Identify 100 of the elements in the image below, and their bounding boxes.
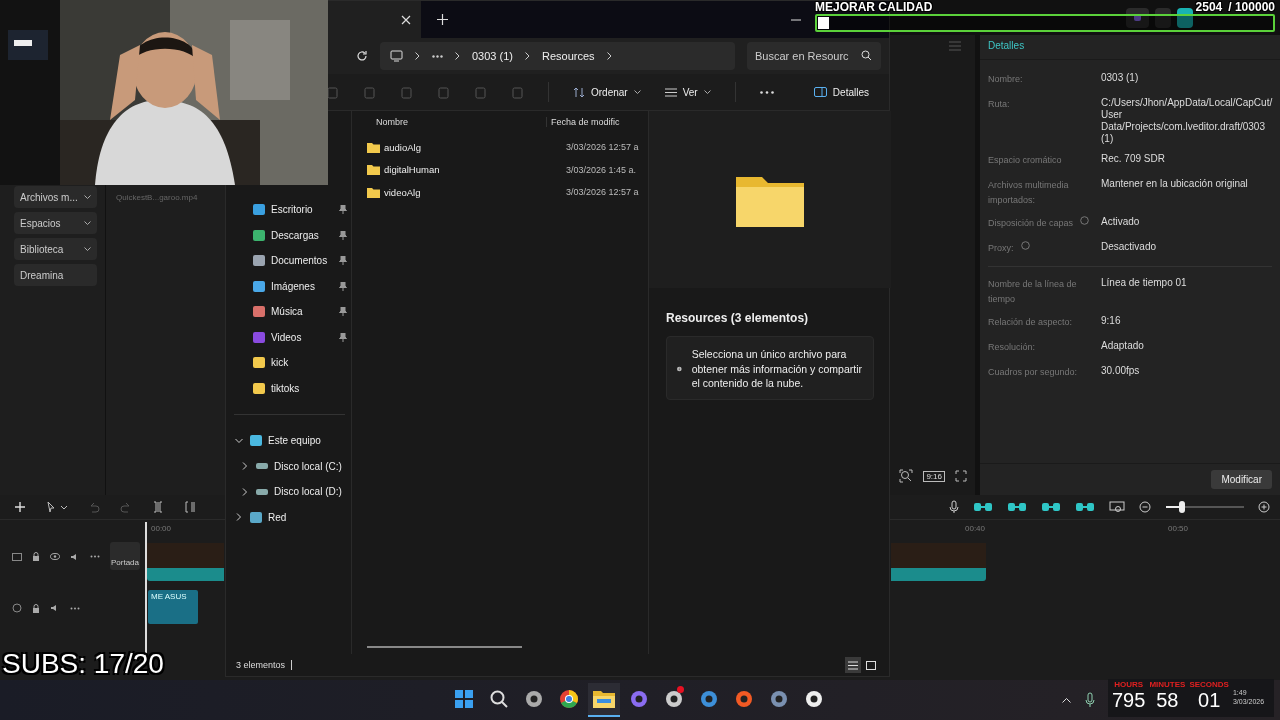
refresh-icon[interactable]: [356, 50, 368, 62]
chevron-down-icon[interactable]: [84, 247, 91, 251]
pro-button[interactable]: [1126, 7, 1149, 28]
sidebar-item[interactable]: Biblioteca: [14, 238, 97, 260]
address-bar[interactable]: 0303 (1) Resources: [380, 42, 735, 70]
property-label: Espacio cromático: [988, 154, 1063, 167]
chevron-down-icon[interactable]: [234, 436, 244, 445]
zoom-icon[interactable]: [899, 469, 914, 483]
chevron-right-icon[interactable]: [525, 52, 530, 60]
pin-icon[interactable]: [339, 307, 347, 317]
audio-track-icon[interactable]: [12, 603, 22, 613]
navigation-item[interactable]: Música: [226, 299, 351, 325]
sidebar-item[interactable]: Dreamina: [14, 264, 97, 286]
chevron-down-icon: [703, 90, 711, 94]
breadcrumb-item[interactable]: Resources: [542, 50, 595, 62]
more-icon[interactable]: [70, 606, 80, 610]
chevron-right-icon[interactable]: [240, 487, 250, 496]
cover-button[interactable]: Portada: [110, 542, 140, 570]
pin-icon[interactable]: [339, 256, 347, 266]
file-row[interactable]: digitalHuman 3/03/2026 1:45 a.: [352, 158, 648, 181]
search-icon: [489, 689, 509, 709]
lock-icon[interactable]: [32, 603, 40, 613]
scrollbar[interactable]: [367, 646, 522, 648]
link-clip-icon[interactable]: [1041, 500, 1061, 514]
microphone-icon[interactable]: [949, 500, 959, 514]
preview-icon[interactable]: [1109, 501, 1125, 513]
link-clip-icon[interactable]: [1075, 500, 1095, 514]
link-clip-icon[interactable]: [973, 500, 993, 514]
zoom-in-icon[interactable]: [1258, 500, 1271, 514]
details-view-button[interactable]: [845, 657, 861, 673]
sidebar-item[interactable]: Archivos m...: [14, 186, 97, 208]
more-icon[interactable]: [90, 555, 100, 558]
minimize-icon[interactable]: [791, 18, 801, 21]
details-pane-button[interactable]: Detalles: [813, 86, 869, 98]
sort-button[interactable]: Ordenar: [573, 86, 641, 98]
split-icon[interactable]: [152, 501, 164, 513]
video-clip[interactable]: [891, 543, 986, 581]
ellipsis-icon[interactable]: [432, 54, 443, 58]
pin-icon[interactable]: [339, 205, 347, 215]
view-button[interactable]: Ver: [664, 86, 711, 98]
pin-icon[interactable]: [339, 281, 347, 291]
trim-icon[interactable]: [184, 501, 196, 513]
lock-icon[interactable]: [32, 552, 40, 561]
more-icon[interactable]: [759, 90, 774, 94]
zoom-out-icon[interactable]: [1139, 500, 1152, 514]
toolbar-icon[interactable]: [326, 85, 339, 99]
aspect-ratio-button[interactable]: 9:16: [923, 470, 945, 482]
pin-icon[interactable]: [339, 332, 347, 342]
chevron-right-icon[interactable]: [606, 52, 612, 60]
close-tab-icon[interactable]: [401, 14, 411, 25]
chevron-right-icon[interactable]: [240, 462, 250, 471]
file-row[interactable]: videoAlg 3/03/2026 12:57 a: [352, 181, 648, 204]
link-clip-icon[interactable]: [1007, 500, 1027, 514]
folder-icon: [367, 186, 380, 198]
navigation-item[interactable]: Videos: [226, 324, 351, 350]
chevron-up-icon[interactable]: [1062, 697, 1071, 703]
chevron-right-icon[interactable]: [234, 513, 244, 522]
windows-icon: [454, 689, 474, 709]
sidebar-item[interactable]: Espacios: [14, 212, 97, 234]
navigation-item[interactable]: Descargas: [226, 222, 351, 248]
fullscreen-icon[interactable]: [955, 470, 967, 482]
pin-icon[interactable]: [339, 230, 347, 240]
export-button[interactable]: [1177, 7, 1193, 28]
microphone-icon[interactable]: [1085, 692, 1095, 708]
video-clip[interactable]: [147, 543, 224, 581]
new-tab-icon[interactable]: [437, 14, 448, 25]
chevron-down-icon[interactable]: [84, 195, 91, 199]
search-icon[interactable]: [861, 50, 872, 61]
tree-item[interactable]: Este equipo: [226, 428, 351, 454]
zoom-slider[interactable]: [1166, 501, 1244, 513]
tree-item[interactable]: Disco local (C:): [226, 453, 351, 479]
navigation-item[interactable]: kick: [226, 350, 351, 376]
column-header[interactable]: Fecha de modific: [547, 117, 620, 127]
taskbar-app-icon[interactable]: [588, 683, 620, 717]
pointer-icon[interactable]: [46, 501, 68, 513]
tree-item[interactable]: Disco local (D:): [226, 479, 351, 505]
add-icon[interactable]: [14, 501, 26, 513]
modify-button[interactable]: Modificar: [1211, 470, 1272, 489]
property-value: Mantener en la ubicación original: [1101, 178, 1249, 191]
navigation-item[interactable]: tiktoks: [226, 375, 351, 401]
eye-icon[interactable]: [50, 553, 60, 560]
property-label: Cuadros por segundo:: [988, 366, 1079, 379]
column-header[interactable]: Nombre: [352, 117, 547, 127]
search-field[interactable]: Buscar en Resourc: [747, 42, 881, 70]
navigation-item[interactable]: Escritorio: [226, 197, 351, 223]
app-icon: [734, 689, 754, 709]
audio-clip[interactable]: ME ASUS: [148, 590, 198, 624]
share-button[interactable]: [1155, 7, 1171, 28]
help-icon[interactable]: [1020, 241, 1030, 250]
chevron-right-icon[interactable]: [455, 52, 460, 60]
chevron-right-icon[interactable]: [415, 52, 420, 60]
track-video-icon[interactable]: [12, 552, 22, 561]
breadcrumb-item[interactable]: 0303 (1): [472, 50, 513, 62]
property-value: 30.00fps: [1101, 365, 1141, 378]
file-row[interactable]: audioAlg 3/03/2026 12:57 a: [352, 136, 648, 159]
chevron-down-icon[interactable]: [84, 221, 91, 225]
help-icon[interactable]: [1080, 216, 1090, 225]
navigation-item[interactable]: Documentos: [226, 248, 351, 274]
navigation-item[interactable]: Imágenes: [226, 273, 351, 299]
tree-item[interactable]: Red: [226, 504, 351, 530]
